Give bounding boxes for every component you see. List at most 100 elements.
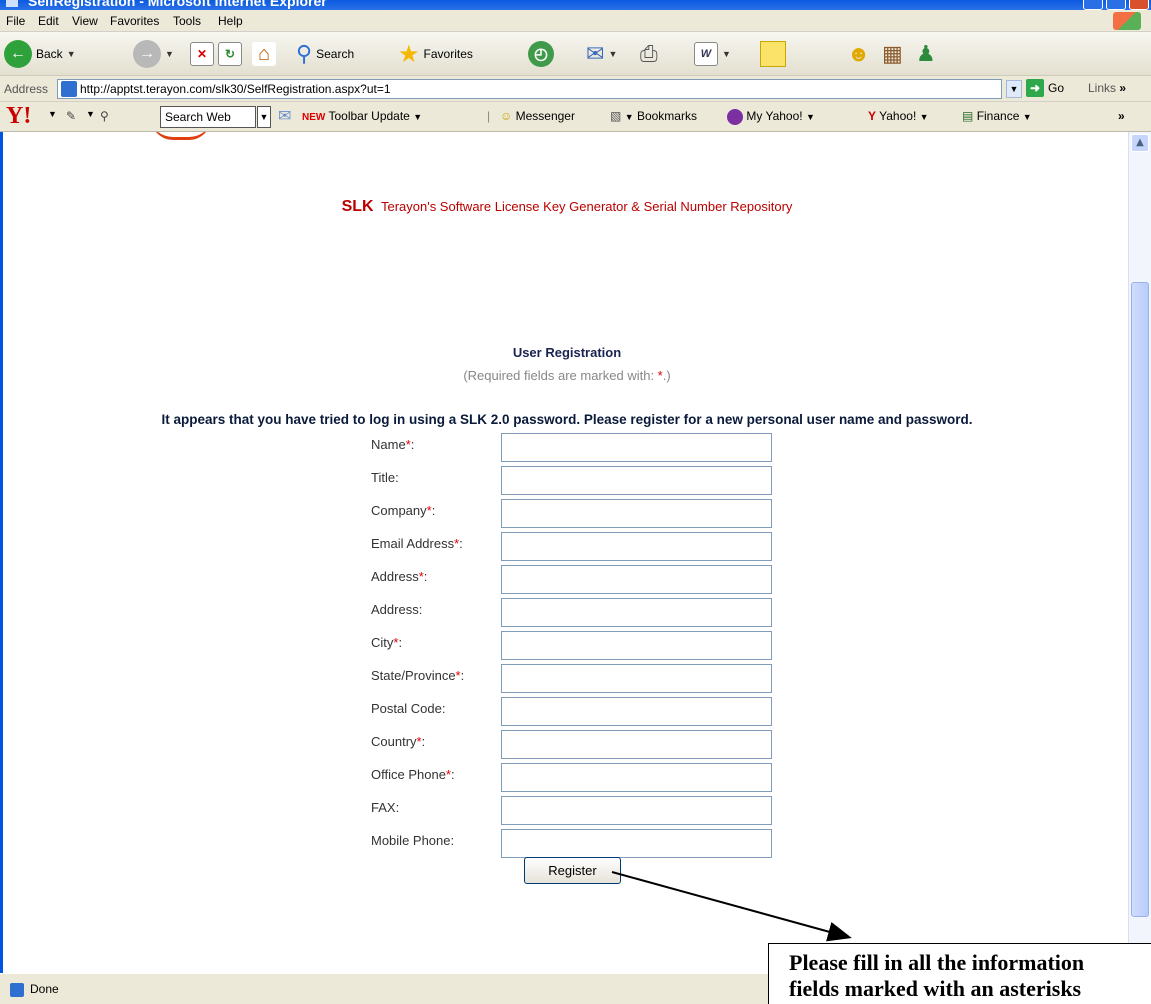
links-label: Links [1088, 81, 1117, 95]
forward-button[interactable]: → ▼ [133, 38, 174, 70]
menu-edit[interactable]: Edit [38, 14, 59, 28]
word-icon: W [694, 42, 718, 66]
address-url: http://apptst.terayon.com/slk30/SelfRegi… [80, 82, 391, 96]
form-row: State/Province*: [371, 664, 781, 694]
field-input[interactable] [501, 466, 772, 495]
minimize-button[interactable] [1083, 0, 1103, 10]
pencil-icon[interactable]: ✎ [66, 109, 76, 123]
go-button[interactable]: ➜ Go [1026, 79, 1064, 97]
yahoo-overflow-chevron[interactable]: » [1118, 109, 1125, 123]
new-badge-icon: NEW [302, 112, 326, 123]
annotation-line-1: Please fill in all the information [789, 950, 1085, 975]
yahoo-label: Yahoo! [879, 109, 917, 123]
label-colon: : [395, 470, 399, 485]
page-icon [61, 81, 77, 97]
edit-word-button[interactable]: W ▼ [694, 38, 731, 70]
mail-button[interactable]: ✉ ▼ [586, 38, 617, 70]
address-input[interactable]: http://apptst.terayon.com/slk30/SelfRegi… [57, 79, 1002, 99]
label-colon: : [418, 602, 423, 617]
yahoo-search-dropdown-icon[interactable]: ▼ [257, 106, 271, 128]
field-input[interactable] [501, 664, 772, 693]
discuss-button[interactable] [760, 38, 786, 70]
yahoo-button[interactable]: Y Yahoo! ▼ [868, 109, 929, 123]
required-note-prefix: (Required fields are marked with: [463, 368, 658, 383]
form-row: City*: [371, 631, 781, 661]
annotation-line-2: fields marked with an asterisks [789, 976, 1082, 1001]
search-button[interactable]: ⚲ Search [296, 38, 354, 70]
refresh-icon: ↻ [218, 42, 242, 66]
menu-view[interactable]: View [72, 14, 98, 28]
field-input[interactable] [501, 730, 772, 759]
search-icon: ⚲ [296, 41, 313, 66]
field-input[interactable] [501, 829, 772, 858]
refresh-button[interactable]: ↻ [218, 38, 242, 70]
research-button[interactable]: ▦ [882, 38, 903, 70]
field-label-text: State/Province [371, 668, 456, 683]
field-input[interactable] [501, 763, 772, 792]
maximize-button[interactable] [1106, 0, 1126, 10]
field-input[interactable] [501, 499, 772, 528]
field-label-text: Postal Code [371, 701, 442, 716]
people-icon: ♟ [916, 41, 936, 66]
smiley-icon: ☺ [500, 109, 513, 123]
home-button[interactable]: ⌂ [252, 38, 276, 70]
contacts-button[interactable]: ♟ [916, 38, 936, 70]
field-input[interactable] [501, 565, 772, 594]
scroll-thumb[interactable] [1131, 282, 1149, 917]
yahoo-menu-dropdown-icon[interactable]: ▼ [48, 109, 57, 119]
address-dropdown-icon[interactable]: ▼ [1006, 80, 1022, 98]
field-input[interactable] [501, 433, 772, 462]
search-label: Search [316, 47, 355, 61]
field-input[interactable] [501, 598, 772, 627]
field-label: Postal Code: [371, 701, 445, 716]
field-label: Mobile Phone: [371, 833, 454, 848]
back-button[interactable]: ← Back ▼ [4, 38, 76, 70]
favorites-button[interactable]: ★ Favorites [398, 38, 473, 70]
menu-file[interactable]: File [6, 14, 25, 28]
back-arrow-icon: ← [4, 40, 32, 68]
my-yahoo-button[interactable]: My Yahoo! ▼ [727, 109, 815, 125]
bookmarks-button[interactable]: ▧ ▼ Bookmarks [610, 109, 697, 123]
yahoo-search-input[interactable]: Search Web [160, 106, 256, 128]
register-button[interactable]: Register [524, 857, 621, 884]
yahoo-messenger-icon: ☻ [847, 41, 871, 66]
label-colon: : [421, 734, 426, 749]
label-colon: : [460, 668, 465, 683]
field-label: State/Province*: [371, 668, 464, 683]
print-button[interactable]: ⎙ [640, 38, 658, 70]
field-input[interactable] [501, 631, 772, 660]
field-label: City*: [371, 635, 402, 650]
scroll-up-icon[interactable]: ▲ [1131, 134, 1149, 152]
mail-alert-icon[interactable]: ✉ [278, 106, 291, 126]
messenger-toolbar-button[interactable]: ☻ [847, 38, 870, 70]
toolbar-update-button[interactable]: NEW Toolbar Update ▼ [302, 109, 422, 123]
field-input[interactable] [501, 532, 772, 561]
menu-favorites[interactable]: Favorites [110, 14, 159, 28]
close-window-button[interactable] [1129, 0, 1149, 10]
field-label: Country*: [371, 734, 425, 749]
field-label: Company*: [371, 503, 435, 518]
field-label: Name*: [371, 437, 414, 452]
forward-dropdown-icon[interactable]: ▼ [165, 49, 174, 59]
my-yahoo-icon [727, 109, 743, 125]
form-row: FAX: [371, 796, 781, 826]
history-button[interactable]: ◴ [528, 38, 554, 70]
slk-tagline: Terayon's Software License Key Generator… [380, 199, 793, 214]
yahoo-logo[interactable]: Y! [6, 104, 31, 128]
vertical-scrollbar[interactable]: ▲ [1128, 132, 1151, 973]
field-input[interactable] [501, 796, 772, 825]
label-colon: : [459, 536, 463, 551]
messenger-button[interactable]: ☺ Messenger [500, 109, 575, 123]
stop-button[interactable]: ✕ [190, 38, 214, 70]
pencil-dropdown-icon[interactable]: ▼ [86, 109, 95, 119]
menu-help[interactable]: Help [218, 14, 243, 28]
edit-dropdown-icon[interactable]: ▼ [722, 49, 731, 59]
finance-button[interactable]: ▤ Finance ▼ [962, 109, 1032, 123]
back-dropdown-icon[interactable]: ▼ [67, 49, 76, 59]
go-label: Go [1048, 81, 1065, 95]
field-input[interactable] [501, 697, 772, 726]
menu-tools[interactable]: Tools [173, 14, 201, 28]
mail-dropdown-icon[interactable]: ▼ [608, 49, 617, 59]
links-button[interactable]: Links » [1088, 81, 1126, 95]
windows-flag-icon [1113, 12, 1141, 30]
